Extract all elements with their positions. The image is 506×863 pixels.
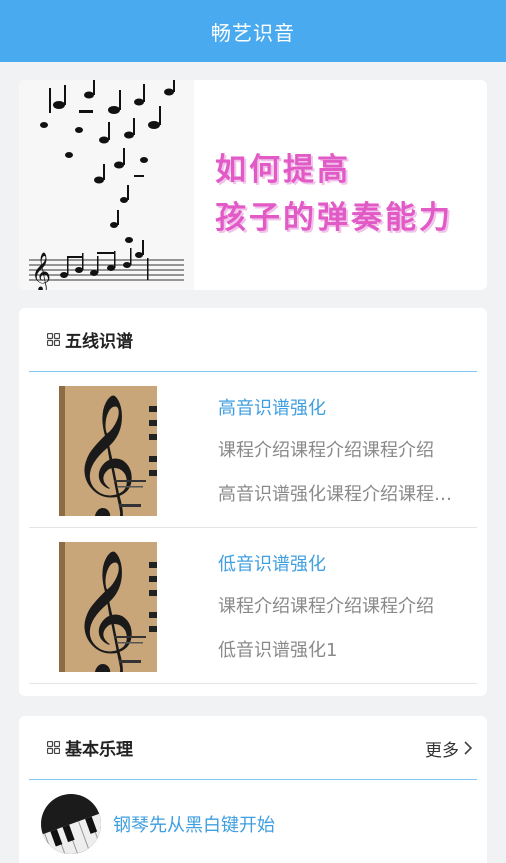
course-description: 课程介绍课程介绍课程介绍 xyxy=(218,596,434,617)
music-notes-illustration: 𝄞 xyxy=(19,80,194,290)
promo-banner[interactable]: 𝄞 如何提高 孩子的弹奏能力 xyxy=(19,80,487,290)
lesson-item[interactable]: 钢琴先从黑白键开始 xyxy=(41,794,275,854)
banner-headline-line2: 孩子的弹奏能力 xyxy=(215,200,453,236)
grid-icon xyxy=(47,741,60,754)
course-title[interactable]: 低音识谱强化 xyxy=(218,550,326,576)
course-subtitle: 高音识谱强化课程介绍课程介绍 xyxy=(218,484,454,505)
course-description: 课程介绍课程介绍课程介绍 xyxy=(218,440,434,461)
grid-icon xyxy=(47,333,60,346)
lesson-title[interactable]: 钢琴先从黑白键开始 xyxy=(113,811,275,837)
treble-clef-book-cover: 𝄞 xyxy=(59,386,157,516)
course-item[interactable]: 𝄞 低音识谱强化 课程介绍课程介绍课程介绍 低音识谱强化1 xyxy=(29,528,477,684)
music-theory-section: 基本乐理 更多 钢琴先从黑白键开始 xyxy=(19,716,487,863)
course-item[interactable]: 𝄞 高音识谱强化 课程介绍课程介绍课程介绍 高音识谱强化课程介绍课程介绍 xyxy=(29,372,477,528)
more-link[interactable]: 更多 xyxy=(425,716,473,780)
section-title: 五线识谱 xyxy=(65,332,133,352)
more-label: 更多 xyxy=(425,740,459,761)
section-header: 基本乐理 更多 xyxy=(29,716,477,780)
svg-text:𝄞: 𝄞 xyxy=(71,393,137,516)
top-bar: 畅艺识音 xyxy=(0,0,506,62)
piano-keys-thumbnail xyxy=(41,794,101,854)
chevron-right-icon xyxy=(464,741,473,755)
app-title: 畅艺识音 xyxy=(211,20,295,45)
svg-text:𝄞: 𝄞 xyxy=(31,252,51,290)
course-subtitle: 低音识谱强化1 xyxy=(218,640,338,661)
svg-text:𝄞: 𝄞 xyxy=(71,549,137,672)
banner-headline-line1: 如何提高 xyxy=(215,152,351,188)
section-title: 基本乐理 xyxy=(65,740,133,760)
staff-notation-section: 五线识谱 𝄞 高音识谱强化 课程介绍课程介绍课程介绍 高音识谱强化课程介绍课程介… xyxy=(19,308,487,696)
course-title[interactable]: 高音识谱强化 xyxy=(218,394,326,420)
treble-clef-book-cover: 𝄞 xyxy=(59,542,157,672)
section-header: 五线识谱 xyxy=(29,308,477,372)
